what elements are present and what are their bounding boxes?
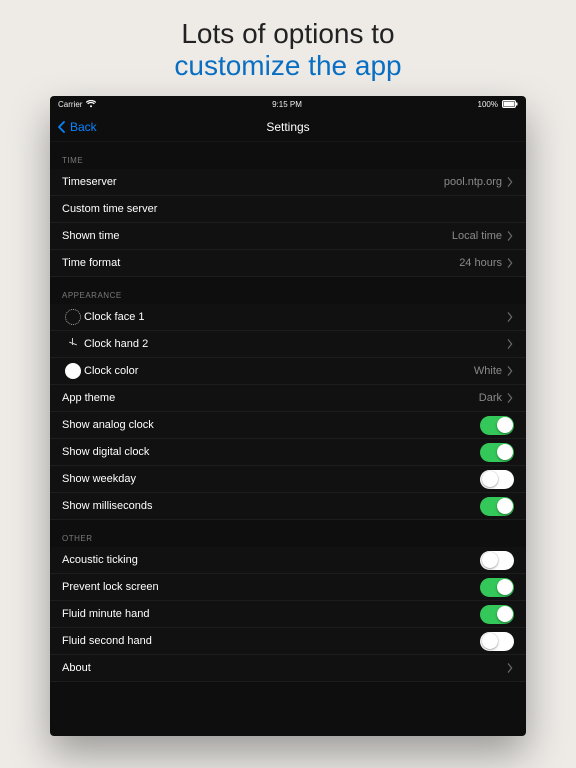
row-label: About xyxy=(62,662,91,674)
row-timeserver[interactable]: Timeserver pool.ntp.org xyxy=(50,169,526,196)
status-bar: Carrier 9:15 PM 100% xyxy=(50,96,526,112)
toggle-show-weekday[interactable] xyxy=(480,470,514,489)
row-label: Fluid minute hand xyxy=(62,608,149,620)
row-fluid-second-hand: Fluid second hand xyxy=(50,628,526,655)
row-label: Show analog clock xyxy=(62,419,154,431)
toggle-acoustic-ticking[interactable] xyxy=(480,551,514,570)
carrier-label: Carrier xyxy=(58,100,82,109)
row-shown-time[interactable]: Shown time Local time xyxy=(50,223,526,250)
chevron-right-icon xyxy=(506,312,514,322)
row-value: Local time xyxy=(452,230,502,242)
row-clock-face[interactable]: Clock face 1 xyxy=(50,304,526,331)
row-label: Timeserver xyxy=(62,176,117,188)
clock-hand-icon xyxy=(65,336,81,352)
row-custom-time-server[interactable]: Custom time server xyxy=(50,196,526,223)
row-time-format[interactable]: Time format 24 hours xyxy=(50,250,526,277)
back-button[interactable]: Back xyxy=(56,120,97,134)
row-label: Time format xyxy=(62,257,120,269)
row-label: Shown time xyxy=(62,230,119,242)
row-value: White xyxy=(474,365,502,377)
row-label: App theme xyxy=(62,392,115,404)
toggle-show-milliseconds[interactable] xyxy=(480,497,514,516)
row-fluid-minute-hand: Fluid minute hand xyxy=(50,601,526,628)
row-label: Clock face 1 xyxy=(84,311,145,323)
row-label: Show milliseconds xyxy=(62,500,152,512)
row-value: pool.ntp.org xyxy=(444,176,502,188)
promo-header: Lots of options to customize the app xyxy=(0,0,576,96)
row-label: Clock hand 2 xyxy=(84,338,148,350)
page-title: Settings xyxy=(266,120,309,134)
row-prevent-lock-screen: Prevent lock screen xyxy=(50,574,526,601)
section-header-time: TIME xyxy=(50,142,526,169)
row-label: Acoustic ticking xyxy=(62,554,138,566)
toggle-show-digital-clock[interactable] xyxy=(480,443,514,462)
battery-icon xyxy=(502,100,518,108)
wifi-icon xyxy=(86,100,96,108)
statusbar-time: 9:15 PM xyxy=(272,100,302,109)
row-show-analog-clock: Show analog clock xyxy=(50,412,526,439)
battery-percent: 100% xyxy=(478,100,498,109)
row-app-theme[interactable]: App theme Dark xyxy=(50,385,526,412)
clock-face-icon xyxy=(65,309,81,325)
chevron-right-icon xyxy=(506,663,514,673)
section-header-appearance: APPEARANCE xyxy=(50,277,526,304)
chevron-right-icon xyxy=(506,258,514,268)
toggle-show-analog-clock[interactable] xyxy=(480,416,514,435)
chevron-right-icon xyxy=(506,366,514,376)
chevron-right-icon xyxy=(506,393,514,403)
row-value: 24 hours xyxy=(459,257,502,269)
row-show-milliseconds: Show milliseconds xyxy=(50,493,526,520)
toggle-fluid-second-hand[interactable] xyxy=(480,632,514,651)
row-value: Dark xyxy=(479,392,502,404)
row-about[interactable]: About xyxy=(50,655,526,682)
toggle-prevent-lock-screen[interactable] xyxy=(480,578,514,597)
row-clock-hand[interactable]: Clock hand 2 xyxy=(50,331,526,358)
row-label: Clock color xyxy=(84,365,138,377)
row-label: Show digital clock xyxy=(62,446,149,458)
chevron-left-icon xyxy=(56,121,68,133)
device-frame: Carrier 9:15 PM 100% Back Settings TIME … xyxy=(50,96,526,736)
promo-line-2: customize the app xyxy=(0,50,576,82)
row-show-weekday: Show weekday xyxy=(50,466,526,493)
nav-bar: Back Settings xyxy=(50,112,526,142)
row-label: Show weekday xyxy=(62,473,136,485)
color-swatch-icon xyxy=(65,363,81,379)
section-header-other: OTHER xyxy=(50,520,526,547)
row-clock-color[interactable]: Clock color White xyxy=(50,358,526,385)
row-label: Custom time server xyxy=(62,203,157,215)
row-acoustic-ticking: Acoustic ticking xyxy=(50,547,526,574)
toggle-fluid-minute-hand[interactable] xyxy=(480,605,514,624)
back-label: Back xyxy=(70,120,97,134)
chevron-right-icon xyxy=(506,339,514,349)
row-show-digital-clock: Show digital clock xyxy=(50,439,526,466)
chevron-right-icon xyxy=(506,177,514,187)
promo-line-1: Lots of options to xyxy=(0,18,576,50)
chevron-right-icon xyxy=(506,231,514,241)
row-label: Prevent lock screen xyxy=(62,581,159,593)
row-label: Fluid second hand xyxy=(62,635,152,647)
